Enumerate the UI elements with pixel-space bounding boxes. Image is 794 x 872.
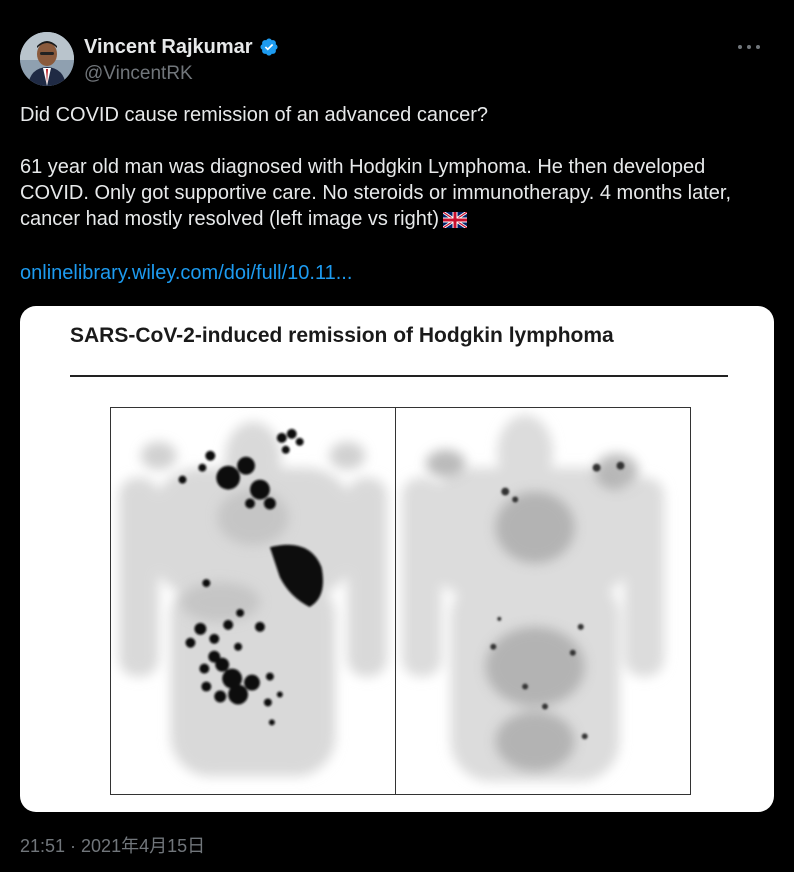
tweet-body: Did COVID cause remission of an advanced… xyxy=(20,102,780,232)
figure-divider xyxy=(70,375,728,377)
tweet-header: Vincent Rajkumar @VincentRK xyxy=(20,32,774,88)
tweet-line: 61 year old man was diagnosed with Hodgk… xyxy=(20,156,706,178)
display-name-text: Vincent Rajkumar xyxy=(84,35,253,58)
more-options-icon[interactable] xyxy=(734,36,764,58)
media-image[interactable]: SARS-CoV-2-induced remission of Hodgkin … xyxy=(20,306,774,812)
pet-scan-after xyxy=(395,407,691,795)
figure-title: SARS-CoV-2-induced remission of Hodgkin … xyxy=(70,324,614,347)
verified-badge-icon xyxy=(260,38,278,56)
article-link[interactable]: onlinelibrary.wiley.com/doi/full/10.11..… xyxy=(20,262,352,285)
author-names: Vincent Rajkumar @VincentRK xyxy=(84,34,279,85)
tweet-line-last: cancer had mostly resolved (left image v… xyxy=(20,206,780,232)
uk-flag-emoji-icon xyxy=(443,212,468,228)
author-display-name[interactable]: Vincent Rajkumar xyxy=(84,34,279,60)
avatar[interactable] xyxy=(20,32,74,86)
tweet-timestamp[interactable]: 21:51 · 2021年4月15日 xyxy=(20,832,205,858)
tweet-line-text: cancer had mostly resolved (left image v… xyxy=(20,208,440,230)
pet-scan-before xyxy=(110,407,396,795)
tweet-line: Did COVID cause remission of an advanced… xyxy=(20,104,489,126)
author-handle[interactable]: @VincentRK xyxy=(84,63,279,85)
tweet-line: COVID. Only got supportive care. No ster… xyxy=(20,182,732,204)
